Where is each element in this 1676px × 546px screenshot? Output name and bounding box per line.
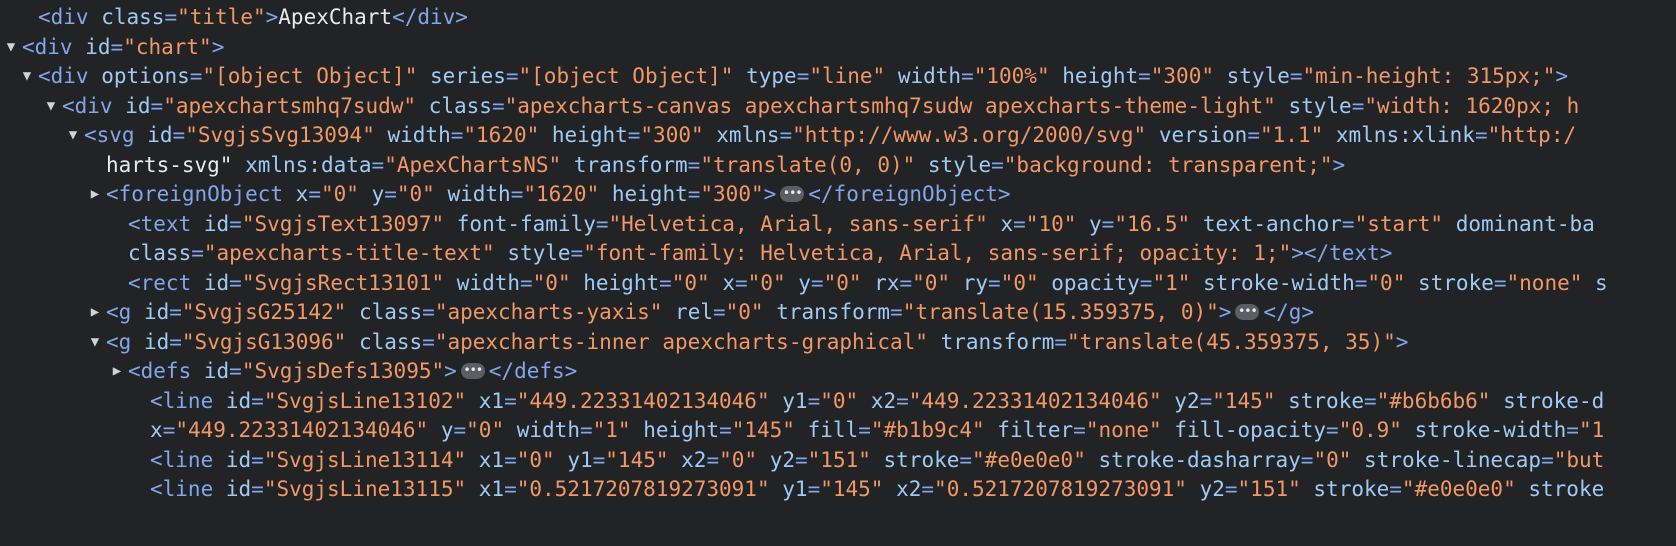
dom-node-source: <line id="SvgjsLine13115" x1="0.52172078… xyxy=(150,477,1605,501)
collapsed-content-badge[interactable]: ••• xyxy=(780,185,805,202)
dom-node-source: <line id="SvgjsLine13102" x1="449.223314… xyxy=(150,388,1605,413)
dom-tree[interactable]: <div class="title">ApexChart</div> ▼ <div … xyxy=(0,3,1676,505)
expand-triangle-down-icon[interactable]: ▼ xyxy=(84,328,106,358)
dom-node-source: <div id="apexchartsmhq7sudw" class="apex… xyxy=(62,93,1580,118)
dom-node-source: <defs id="SvgjsDefs13095"> ••• </defs> xyxy=(128,359,578,383)
dom-node-row[interactable]: ▼ <div id="apexchartsmhq7sudw" class="ape… xyxy=(0,92,1676,122)
dom-node-row[interactable]: harts-svg" xmlns:data="ApexChartsNS" tra… xyxy=(0,151,1676,181)
dom-node-row[interactable]: <line id="SvgjsLine13115" x1="0.52172078… xyxy=(0,475,1676,505)
dom-node-source: <svg id="SvgjsSvg13094" width="1620" hei… xyxy=(84,123,1577,147)
expand-triangle-down-icon[interactable]: ▼ xyxy=(16,62,38,92)
dom-node-source: <div class="title">ApexChart</div> xyxy=(38,5,468,29)
dom-node-source: <rect id="SvgjsRect13101" width="0" heig… xyxy=(128,270,1608,295)
dom-node-source: <text id="SvgjsText13097" font-family="H… xyxy=(128,211,1595,236)
dom-node-row[interactable]: ▶ <g id="SvgjsG25142" class="apexcharts-y… xyxy=(0,298,1676,328)
dom-node-source: class="apexcharts-title-text" style="fon… xyxy=(128,241,1393,265)
dom-node-row[interactable]: <line id="SvgjsLine13114" x1="0" y1="145… xyxy=(0,446,1676,476)
dom-node-row[interactable]: <line id="SvgjsLine13102" x1="449.223314… xyxy=(0,387,1676,417)
dom-node-source: <foreignObject x="0" y="0" width="1620" … xyxy=(106,182,1011,206)
dom-node-row[interactable]: class="apexcharts-title-text" style="fon… xyxy=(0,239,1676,269)
dom-node-row[interactable]: x="449.22331402134046" y="0" width="1" h… xyxy=(0,416,1676,446)
dom-node-source: <line id="SvgjsLine13114" x1="0" y1="145… xyxy=(150,447,1605,472)
dom-node-source: <g id="SvgjsG25142" class="apexcharts-ya… xyxy=(106,300,1315,324)
dom-node-row[interactable]: ▶ <defs id="SvgjsDefs13095"> ••• </defs> xyxy=(0,357,1676,387)
dom-node-row[interactable]: ▶ <foreignObject x="0" y="0" width="1620"… xyxy=(0,180,1676,210)
dom-node-source: x="449.22331402134046" y="0" width="1" h… xyxy=(150,418,1605,442)
dom-node-row[interactable]: <text id="SvgjsText13097" font-family="H… xyxy=(0,210,1676,240)
dom-node-row[interactable]: ▼ <div options="[object Object]" series="… xyxy=(0,62,1676,92)
collapse-triangle-right-icon[interactable]: ▶ xyxy=(106,357,128,387)
dom-node-source: harts-svg" xmlns:data="ApexChartsNS" tra… xyxy=(106,152,1346,177)
collapse-triangle-right-icon[interactable]: ▶ xyxy=(84,180,106,210)
dom-node-source: <g id="SvgjsG13096" class="apexcharts-in… xyxy=(106,329,1409,354)
dom-node-row[interactable]: <rect id="SvgjsRect13101" width="0" heig… xyxy=(0,269,1676,299)
expand-triangle-down-icon[interactable]: ▼ xyxy=(40,92,62,122)
collapse-triangle-right-icon[interactable]: ▶ xyxy=(84,298,106,328)
collapsed-content-badge[interactable]: ••• xyxy=(460,362,485,379)
dom-node-row[interactable]: ▼ <div id="chart"> xyxy=(0,33,1676,63)
dom-node-row[interactable]: <div class="title">ApexChart</div> xyxy=(0,3,1676,33)
dom-node-row[interactable]: ▼ <svg id="SvgjsSvg13094" width="1620" he… xyxy=(0,121,1676,151)
collapsed-content-badge[interactable]: ••• xyxy=(1235,303,1260,320)
expand-triangle-down-icon[interactable]: ▼ xyxy=(0,33,22,63)
dom-node-row[interactable]: ▼ <g id="SvgjsG13096" class="apexcharts-i… xyxy=(0,328,1676,358)
expand-triangle-down-icon[interactable]: ▼ xyxy=(62,121,84,151)
dom-node-source: <div id="chart"> xyxy=(22,34,225,59)
dom-node-source: <div options="[object Object]" series="[… xyxy=(38,64,1569,88)
